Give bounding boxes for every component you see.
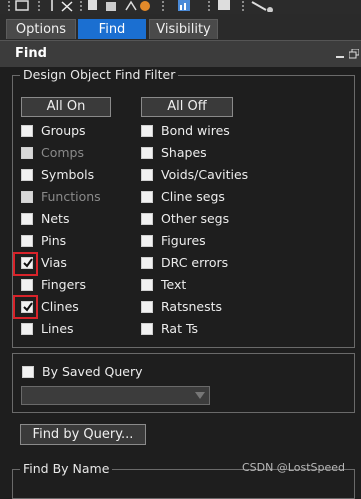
chevron-down-icon (195, 392, 205, 399)
checkbox-lines[interactable] (21, 323, 33, 335)
checkbox-fingers[interactable] (21, 279, 33, 291)
checkbox-voids-cavities[interactable] (141, 169, 153, 181)
checkbox-shapes[interactable] (141, 147, 153, 159)
filter-label-fingers: Fingers (41, 277, 86, 292)
copy-icon[interactable] (86, 0, 100, 12)
tab-visibility[interactable]: Visibility (149, 19, 218, 39)
dotted-separator-icon (208, 1, 210, 11)
all-off-button[interactable]: All Off (141, 97, 233, 117)
checkbox-drc-errors[interactable] (141, 257, 153, 269)
checkbox-pins[interactable] (21, 235, 33, 247)
panel-title: Find (15, 46, 47, 61)
window-icon[interactable] (216, 0, 232, 12)
tab-find[interactable]: Find (78, 19, 146, 39)
report-icon[interactable] (176, 0, 192, 12)
checkbox-rat-ts[interactable] (141, 323, 153, 335)
line-icon[interactable] (46, 0, 58, 12)
filter-label-comps: Comps (41, 145, 84, 160)
checkbox-bond-wires[interactable] (141, 125, 153, 137)
dotted-separator-icon (162, 1, 164, 11)
saved-query-label: By Saved Query (42, 364, 143, 379)
highlight-box-vias (13, 252, 38, 276)
dotted-separator-icon (80, 1, 82, 11)
filter-label-ratsnests: Ratsnests (161, 299, 223, 314)
minimize-icon[interactable] (335, 49, 345, 59)
filter-label-other-segs: Other segs (161, 211, 230, 226)
filter-label-pins: Pins (41, 233, 67, 248)
filter-label-voids-cavities: Voids/Cavities (161, 167, 249, 182)
tab-bar: Options Find Visibility (0, 14, 361, 40)
filter-label-nets: Nets (41, 211, 70, 226)
probe-icon[interactable] (250, 0, 276, 12)
checkbox-comps (21, 147, 33, 159)
find-by-name-label: Find By Name (20, 461, 113, 476)
filter-label-shapes: Shapes (161, 145, 207, 160)
panel-header: Find (0, 40, 361, 67)
filter-label-vias: Vias (41, 255, 67, 270)
filter-label-bond-wires: Bond wires (161, 123, 230, 138)
float-icon[interactable] (349, 49, 359, 59)
filter-label-figures: Figures (161, 233, 206, 248)
filter-label-rat-ts: Rat Ts (161, 321, 199, 336)
filter-label-drc-errors: DRC errors (161, 255, 229, 270)
filter-label-text: Text (161, 277, 187, 292)
highlight-box-clines (13, 295, 38, 319)
checkbox-cline-segs[interactable] (141, 191, 153, 203)
watermark: CSDN @LostSpeed (241, 461, 345, 474)
find-filter-label: Design Object Find Filter (20, 67, 179, 82)
checkbox-functions (21, 191, 33, 203)
filter-label-symbols: Symbols (41, 167, 95, 182)
filter-label-cline-segs: Cline segs (161, 189, 225, 204)
filter-label-lines: Lines (41, 321, 74, 336)
paste-icon[interactable] (104, 0, 118, 12)
checkbox-symbols[interactable] (21, 169, 33, 181)
dotted-separator-icon (242, 1, 244, 11)
layer-icon[interactable] (14, 0, 30, 12)
checkbox-nets[interactable] (21, 213, 33, 225)
rules-icon[interactable] (124, 0, 138, 12)
tab-options[interactable]: Options (6, 19, 76, 39)
checkbox-text[interactable] (141, 279, 153, 291)
checkbox-other-segs[interactable] (141, 213, 153, 225)
drc-icon[interactable] (138, 0, 152, 12)
filter-label-groups: Groups (41, 123, 86, 138)
checkbox-figures[interactable] (141, 235, 153, 247)
checkbox-groups[interactable] (21, 125, 33, 137)
saved-query-checkbox[interactable] (22, 366, 34, 378)
move-icon[interactable] (60, 0, 74, 12)
toolbar-strip (0, 0, 361, 14)
find-by-query-button[interactable]: Find by Query... (20, 424, 146, 445)
all-on-button[interactable]: All On (21, 97, 111, 117)
dotted-separator-icon (8, 1, 10, 11)
checkbox-ratsnests[interactable] (141, 301, 153, 313)
dotted-separator-icon (38, 1, 40, 11)
saved-query-dropdown[interactable] (21, 386, 210, 405)
filter-label-clines: Clines (41, 299, 79, 314)
filter-label-functions: Functions (41, 189, 101, 204)
